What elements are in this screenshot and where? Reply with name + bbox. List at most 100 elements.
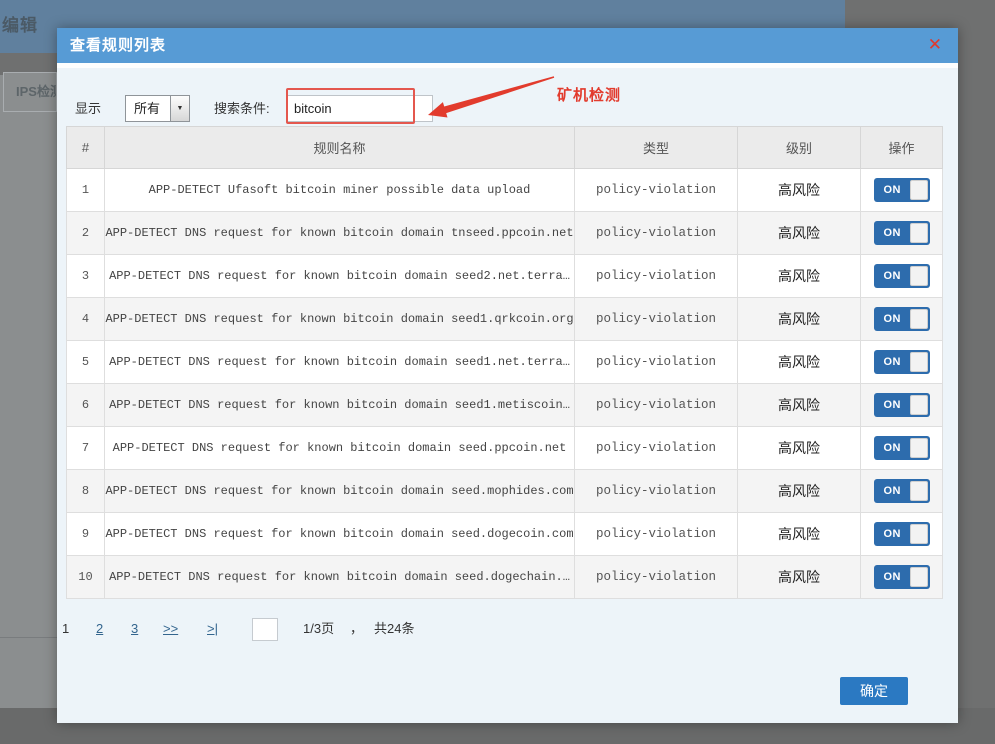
page-info: 1/3页	[303, 617, 334, 641]
risk-level: 高风险	[738, 556, 861, 599]
rule-enable-toggle[interactable]: ON	[874, 178, 930, 202]
page-link-2[interactable]: 2	[96, 617, 103, 641]
toggle-on-label: ON	[884, 565, 902, 589]
col-header-action: 操作	[861, 127, 943, 169]
page-current: 1	[62, 617, 69, 641]
rule-name: APP-DETECT Ufasoft bitcoin miner possibl…	[105, 169, 575, 212]
search-label: 搜索条件:	[214, 95, 270, 122]
rule-type: policy-violation	[575, 513, 738, 556]
risk-level: 高风险	[738, 212, 861, 255]
rule-action-cell: ON	[861, 298, 943, 341]
rule-enable-toggle[interactable]: ON	[874, 436, 930, 460]
display-label: 显示	[75, 95, 101, 122]
risk-level: 高风险	[738, 384, 861, 427]
row-number: 6	[67, 384, 105, 427]
rule-action-cell: ON	[861, 255, 943, 298]
toggle-knob[interactable]	[910, 266, 928, 286]
rule-type: policy-violation	[575, 255, 738, 298]
total-count: 共24条	[374, 617, 414, 641]
chevron-down-icon[interactable]: ▼	[170, 96, 189, 121]
rule-type: policy-violation	[575, 298, 738, 341]
header-separator	[57, 63, 958, 68]
col-header-rule-name: 规则名称	[105, 127, 575, 169]
col-header-type: 类型	[575, 127, 738, 169]
table-row: 10APP-DETECT DNS request for known bitco…	[67, 556, 943, 599]
risk-level: 高风险	[738, 427, 861, 470]
ok-button[interactable]: 确定	[840, 677, 908, 705]
rule-type: policy-violation	[575, 212, 738, 255]
page-info-separator: ，	[350, 617, 363, 641]
rules-table: # 规则名称 类型 级别 操作 1APP-DETECT Ufasoft bitc…	[66, 126, 943, 599]
toggle-on-label: ON	[884, 479, 902, 503]
close-icon[interactable]: ✕	[928, 35, 942, 55]
rule-enable-toggle[interactable]: ON	[874, 565, 930, 589]
toggle-knob[interactable]	[910, 438, 928, 458]
rule-enable-toggle[interactable]: ON	[874, 307, 930, 331]
row-number: 10	[67, 556, 105, 599]
risk-level: 高风险	[738, 470, 861, 513]
row-number: 5	[67, 341, 105, 384]
rule-name: APP-DETECT DNS request for known bitcoin…	[105, 470, 575, 513]
toggle-knob[interactable]	[910, 180, 928, 200]
toggle-knob[interactable]	[910, 524, 928, 544]
rule-action-cell: ON	[861, 341, 943, 384]
edit-button: 编辑	[2, 11, 38, 36]
rule-type: policy-violation	[575, 556, 738, 599]
rule-enable-toggle[interactable]: ON	[874, 479, 930, 503]
rule-action-cell: ON	[861, 470, 943, 513]
table-row: 4APP-DETECT DNS request for known bitcoi…	[67, 298, 943, 341]
table-row: 9APP-DETECT DNS request for known bitcoi…	[67, 513, 943, 556]
rule-action-cell: ON	[861, 427, 943, 470]
rule-action-cell: ON	[861, 169, 943, 212]
rule-enable-toggle[interactable]: ON	[874, 522, 930, 546]
toggle-knob[interactable]	[910, 395, 928, 415]
rule-type: policy-violation	[575, 169, 738, 212]
rule-type: policy-violation	[575, 384, 738, 427]
toggle-on-label: ON	[884, 436, 902, 460]
toggle-knob[interactable]	[910, 567, 928, 587]
rule-name: APP-DETECT DNS request for known bitcoin…	[105, 384, 575, 427]
rule-type: policy-violation	[575, 470, 738, 513]
page-next-button[interactable]: >>	[163, 617, 178, 641]
dialog-header: 查看规则列表 ✕	[57, 28, 958, 63]
toggle-on-label: ON	[884, 522, 902, 546]
rule-enable-toggle[interactable]: ON	[874, 393, 930, 417]
toggle-on-label: ON	[884, 264, 902, 288]
row-number: 2	[67, 212, 105, 255]
rule-enable-toggle[interactable]: ON	[874, 221, 930, 245]
rule-enable-toggle[interactable]: ON	[874, 264, 930, 288]
col-header-level: 级别	[738, 127, 861, 169]
rule-name: APP-DETECT DNS request for known bitcoin…	[105, 427, 575, 470]
risk-level: 高风险	[738, 513, 861, 556]
rule-type: policy-violation	[575, 427, 738, 470]
toggle-on-label: ON	[884, 178, 902, 202]
rule-enable-toggle[interactable]: ON	[874, 350, 930, 374]
toggle-knob[interactable]	[910, 481, 928, 501]
page-jump-input[interactable]	[252, 618, 278, 641]
rule-action-cell: ON	[861, 384, 943, 427]
toggle-knob[interactable]	[910, 309, 928, 329]
row-number: 7	[67, 427, 105, 470]
table-row: 2APP-DETECT DNS request for known bitcoi…	[67, 212, 943, 255]
rule-name: APP-DETECT DNS request for known bitcoin…	[105, 341, 575, 384]
page-last-button[interactable]: >|	[207, 617, 218, 641]
risk-level: 高风险	[738, 341, 861, 384]
rule-action-cell: ON	[861, 556, 943, 599]
table-row: 8APP-DETECT DNS request for known bitcoi…	[67, 470, 943, 513]
risk-level: 高风险	[738, 169, 861, 212]
toggle-knob[interactable]	[910, 352, 928, 372]
table-header-row: # 规则名称 类型 级别 操作	[67, 127, 943, 169]
rule-type: policy-violation	[575, 341, 738, 384]
dialog-title: 查看规则列表	[70, 28, 166, 63]
table-row: 7APP-DETECT DNS request for known bitcoi…	[67, 427, 943, 470]
display-select[interactable]: 所有 ▼	[125, 95, 190, 122]
table-row: 3APP-DETECT DNS request for known bitcoi…	[67, 255, 943, 298]
col-header-index: #	[67, 127, 105, 169]
toggle-knob[interactable]	[910, 223, 928, 243]
toggle-on-label: ON	[884, 307, 902, 331]
page-link-3[interactable]: 3	[131, 617, 138, 641]
table-row: 1APP-DETECT Ufasoft bitcoin miner possib…	[67, 169, 943, 212]
search-input[interactable]	[287, 95, 433, 122]
table-row: 5APP-DETECT DNS request for known bitcoi…	[67, 341, 943, 384]
rule-name: APP-DETECT DNS request for known bitcoin…	[105, 513, 575, 556]
